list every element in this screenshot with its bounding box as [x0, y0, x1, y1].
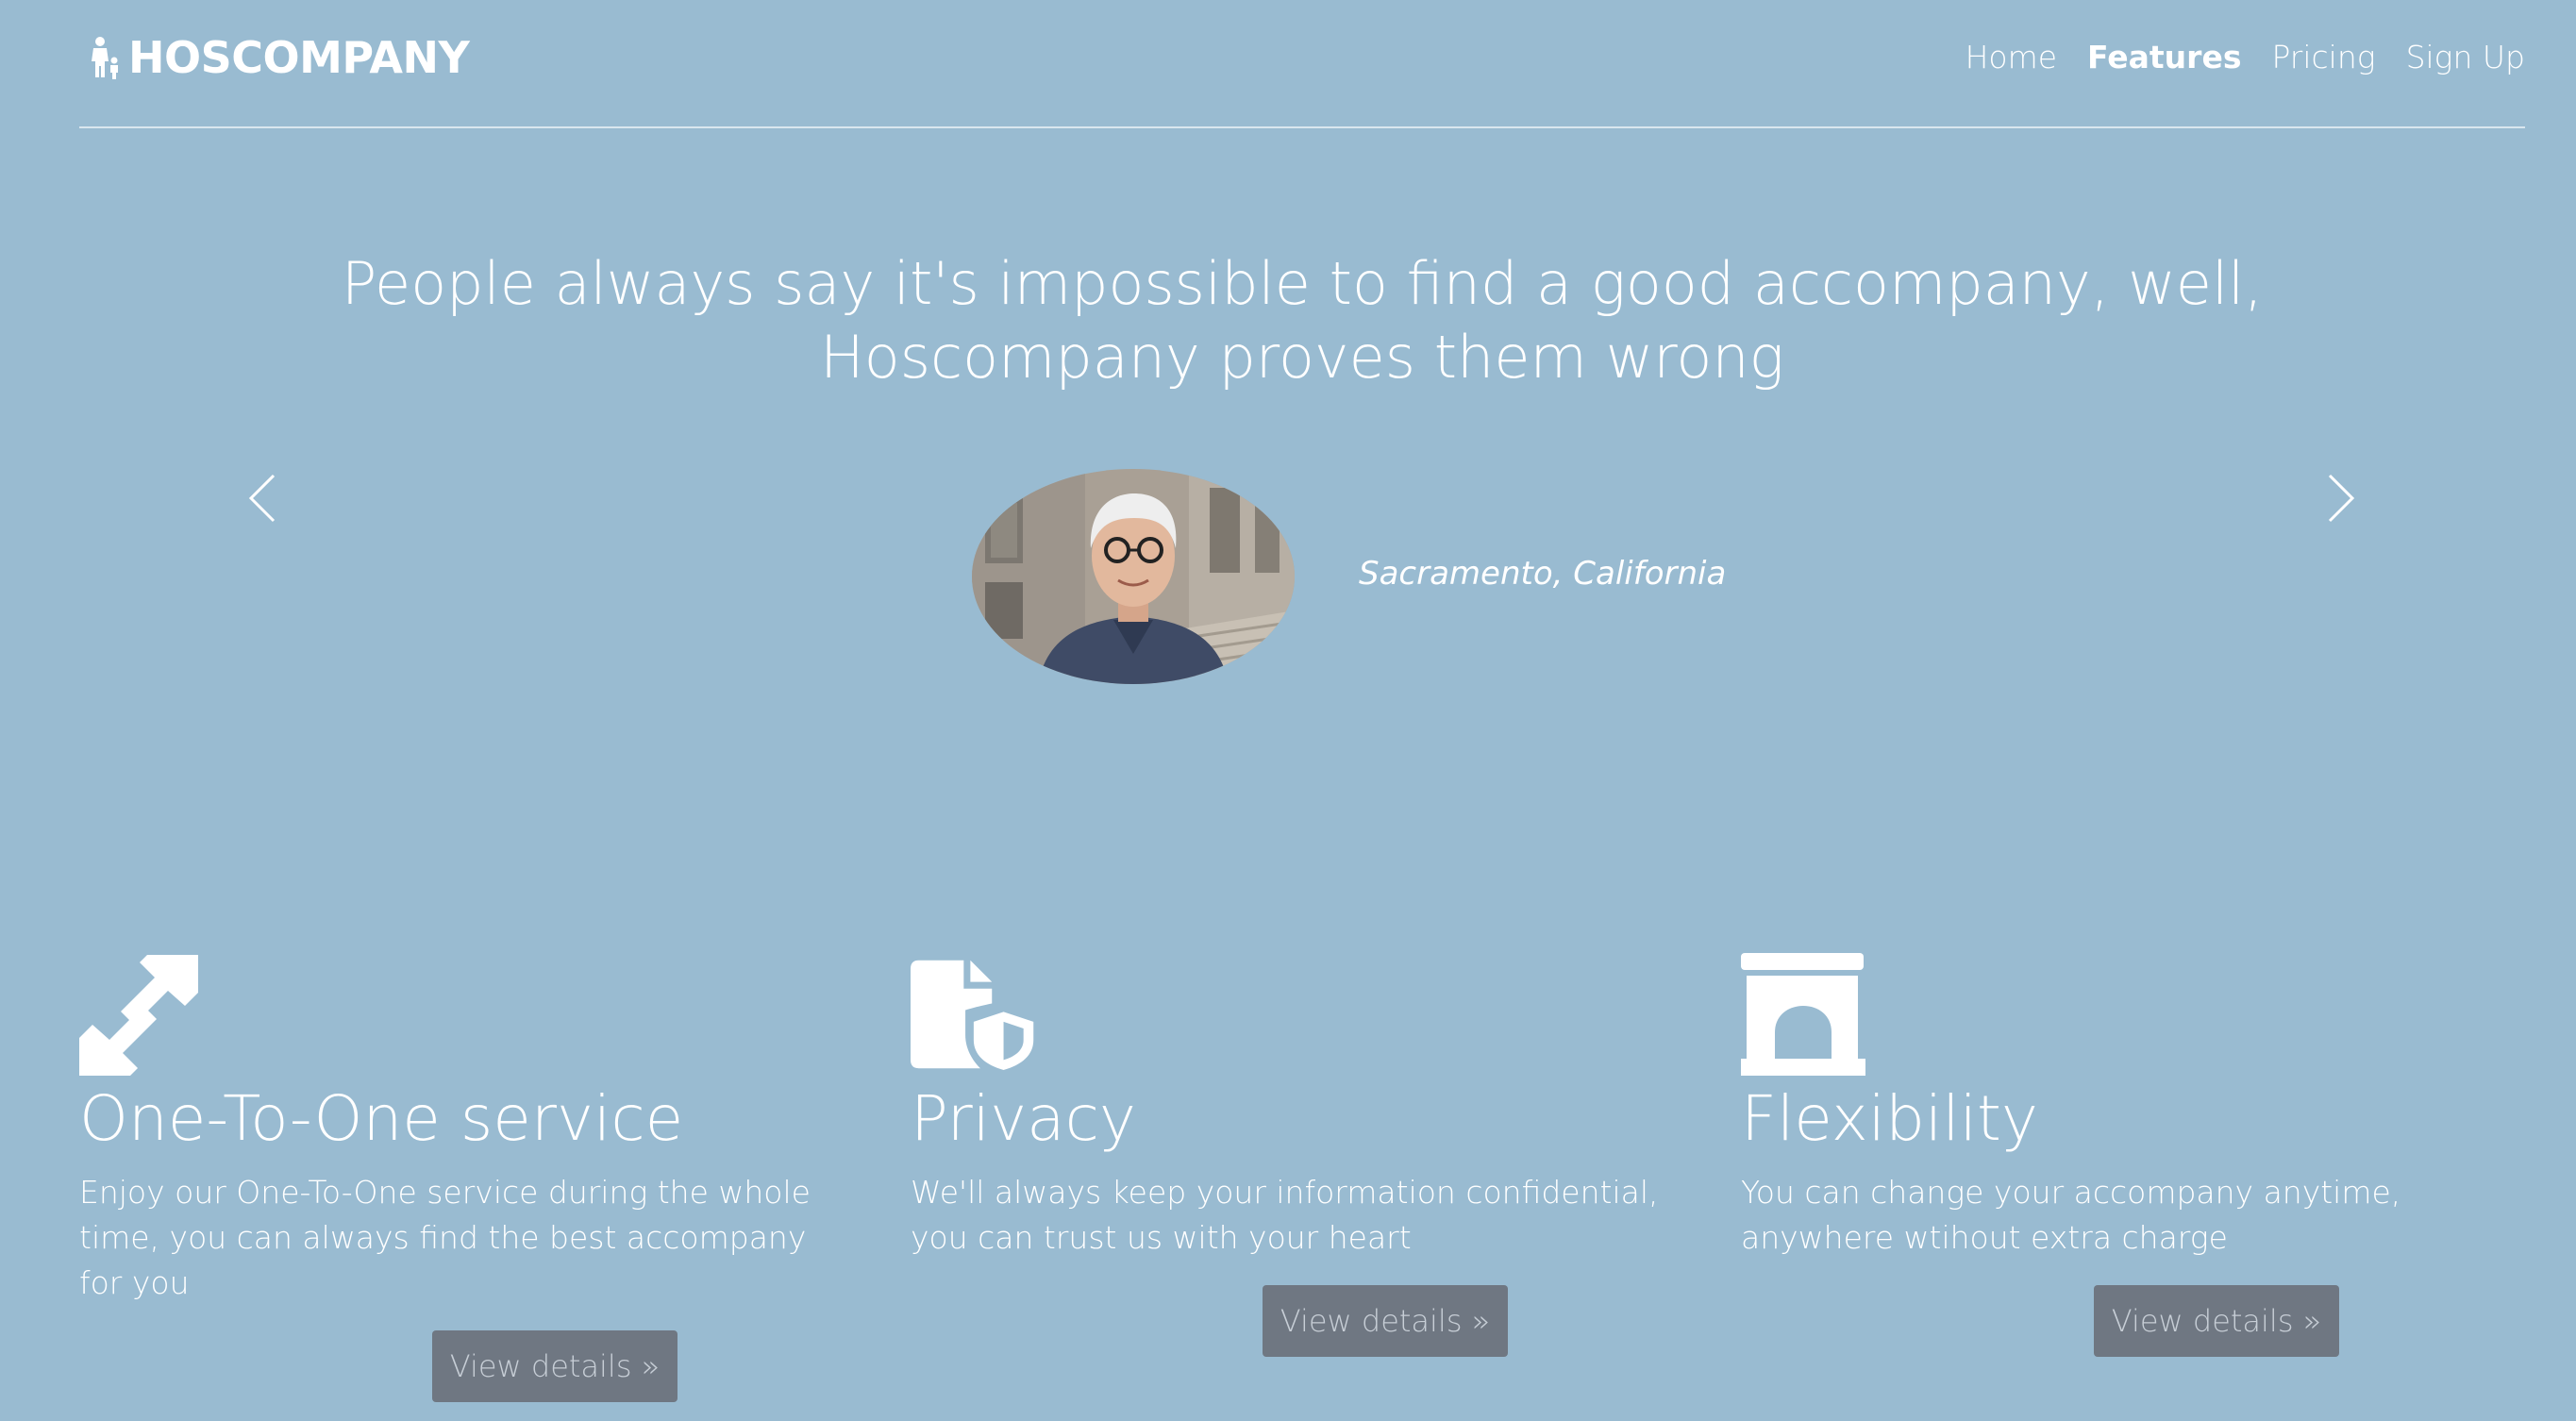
archway-icon: [1741, 953, 1865, 1076]
feature-title: Flexibility: [1741, 1082, 2038, 1155]
nav-home[interactable]: Home: [1965, 38, 2057, 77]
feature-title: One-To-One service: [79, 1082, 684, 1155]
brand[interactable]: HOSCOMPANY: [89, 32, 470, 83]
document-shield-icon: [911, 960, 1034, 1070]
feature-description: Enjoy our One-To-One service during the …: [79, 1174, 811, 1301]
testimonial-quote: People always say it's impossible to fin…: [236, 247, 2368, 394]
person-with-child-icon: [92, 37, 118, 79]
view-details-button[interactable]: View details »: [432, 1330, 677, 1402]
chevron-right-icon[interactable]: [2322, 470, 2360, 527]
nav-features[interactable]: Features: [2087, 38, 2241, 77]
expand-arrows-icon: [79, 955, 198, 1076]
feature-flexibility: Flexibility You can change your accompan…: [1741, 953, 2515, 1261]
nav-pricing[interactable]: Pricing: [2271, 38, 2375, 77]
view-details-button[interactable]: View details »: [2094, 1285, 2339, 1357]
nav-signup[interactable]: Sign Up: [2406, 38, 2525, 77]
quote-line-2: Hoscompany proves them wrong: [820, 323, 1784, 392]
main-menu: Home Features Pricing Sign Up: [1965, 38, 2525, 77]
testimonial-avatar: [972, 469, 1295, 684]
feature-one-to-one: One-To-One service Enjoy our One-To-One …: [79, 953, 853, 1306]
brand-name: HOSCOMPANY: [128, 32, 470, 83]
quote-line-1: People always say it's impossible to fin…: [341, 249, 2264, 318]
feature-privacy: Privacy We'll always keep your informati…: [911, 953, 1684, 1261]
testimonial-location: Sacramento, California: [1359, 555, 1727, 593]
navbar: HOSCOMPANY Home Features Pricing Sign Up: [79, 0, 2525, 128]
chevron-left-icon[interactable]: [243, 470, 281, 527]
feature-title: Privacy: [911, 1082, 1136, 1155]
view-details-button[interactable]: View details »: [1263, 1285, 1508, 1357]
feature-description: We'll always keep your information confi…: [911, 1174, 1659, 1256]
feature-description: You can change your accompany anytime, a…: [1741, 1174, 2401, 1256]
